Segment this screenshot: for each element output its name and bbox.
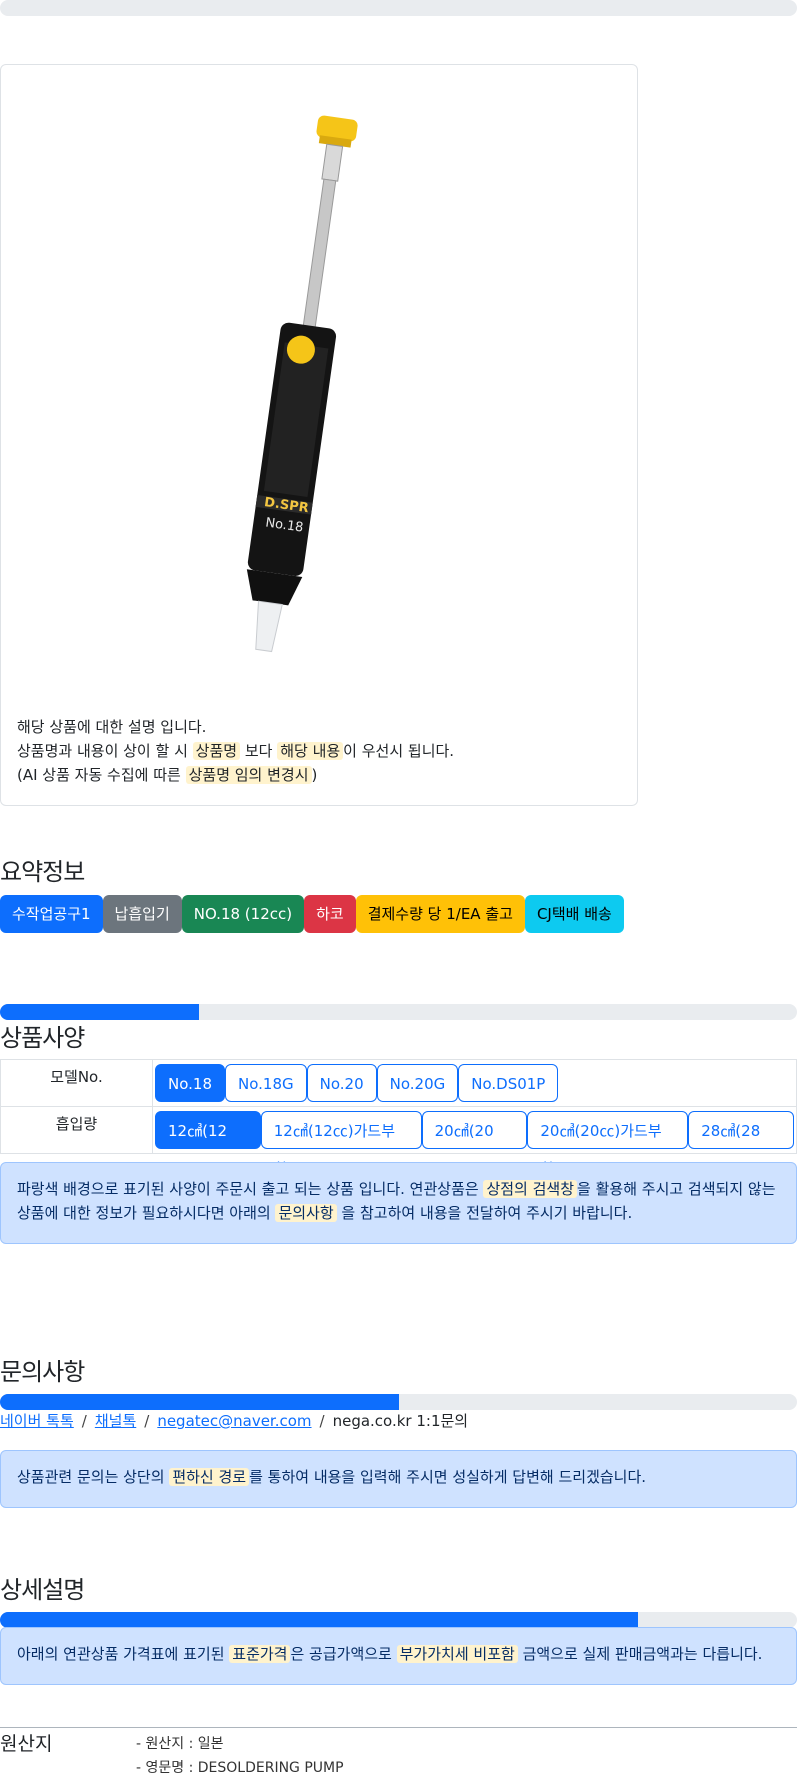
notice-text: 해당 상품에 대한 설명 입니다. 상품명과 내용이 상이 할 시 상품명 보다… <box>17 715 454 787</box>
origin-divider <box>0 1727 797 1728</box>
highlight-standard-price: 표준가격 <box>229 1645 291 1663</box>
highlight-search: 상점의 검색창 <box>483 1180 578 1198</box>
inquiry-links: 네이버 톡톡 / 채널톡 / negatec@naver.com / nega.co.kr … <box>0 1412 469 1430</box>
spec-option-button[interactable]: No.18 <box>155 1064 225 1102</box>
nozzle-shape <box>255 600 283 653</box>
detail-progress-bar <box>0 1612 797 1628</box>
spec-row-label: 흡입량 <box>0 1106 153 1154</box>
summary-badge: NO.18 (12cc) <box>181 895 305 933</box>
spec-progress-bar <box>0 1004 797 1020</box>
origin-details: - 원산지 : 일본 - 영문명 : DESOLDERING PUMP <box>136 1732 344 1780</box>
summary-badge: 하코 <box>304 895 356 933</box>
detail-title: 상세설명 <box>0 1576 85 1604</box>
highlight-product-name: 상품명 <box>192 742 241 760</box>
product-card: D.SPR No.18 해당 상품에 대한 설명 입니다. 상품명과 내용이 상… <box>0 64 638 806</box>
origin-label: 원산지 <box>0 1733 53 1755</box>
detail-alert: 아래의 연관상품 가격표에 표기된 표준가격 은 공급가액으로 부가가치세 비포함… <box>0 1627 797 1685</box>
highlight-inquiry: 문의사항 <box>275 1204 337 1222</box>
spec-options: 12㎤(12㏄)12㎤(12㏄)가드부착20㎤(20㏄)20㎤(20㏄)가드부착… <box>153 1107 796 1178</box>
spec-option-button[interactable]: No.20 <box>306 1064 377 1102</box>
spec-option-button[interactable]: 20㎤(20㏄) <box>421 1111 528 1178</box>
spec-option-button[interactable]: 28㎤(28㏄) <box>688 1111 794 1178</box>
notice-line-1: 해당 상품에 대한 설명 입니다. <box>17 718 207 736</box>
email-link[interactable]: negatec@naver.com <box>157 1412 311 1430</box>
spec-option-button[interactable]: 20㎤(20㏄)가드부착 <box>527 1111 689 1178</box>
summary-badge: 납흡입기 <box>102 895 182 933</box>
summary-badge: 결제수량 당 1/EA 출고 <box>355 895 525 933</box>
spec-row: 모델No. No.18 No.18G No.20 No.20G No.DS01P <box>0 1059 797 1107</box>
naver-talktalk-link[interactable]: 네이버 톡톡 <box>0 1412 74 1430</box>
inquiry-alert: 상품관련 문의는 상단의 편하신 경로 를 통하여 내용을 입력해 주시면 성실하… <box>0 1450 797 1508</box>
highlight-route: 편하신 경로 <box>169 1468 250 1486</box>
spec-alert: 파랑색 배경으로 표기된 사양이 주문시 출고 되는 상품 입니다. 연관상품은… <box>0 1162 797 1244</box>
spec-option-button[interactable]: 12㎤(12㏄)가드부착 <box>260 1111 422 1178</box>
inquiry-title: 문의사항 <box>0 1358 85 1386</box>
spec-option-button[interactable]: No.DS01P <box>458 1064 559 1102</box>
inquiry-progress-bar <box>0 1394 797 1410</box>
highlight-name-change: 상품명 임의 변경시 <box>185 766 312 784</box>
summary-badge: 수작업공구1 <box>0 895 103 933</box>
spec-row-label: 모델No. <box>0 1059 153 1107</box>
highlight-content: 해당 내용 <box>277 742 344 760</box>
summary-badges: 수작업공구1 납흡입기 NO.18 (12cc) 하코 결제수량 당 1/EA 출고 CJ… <box>0 895 624 933</box>
channel-talk-link[interactable]: 채널톡 <box>95 1412 136 1430</box>
notice-line-3: (AI 상품 자동 수집에 따른 상품명 임의 변경시) <box>17 766 318 784</box>
origin-english-name: - 영문명 : DESOLDERING PUMP <box>136 1760 344 1776</box>
summary-badge: CJ택배 배송 <box>524 895 624 933</box>
spec-options: No.18 No.18G No.20 No.20G No.DS01P <box>153 1060 796 1106</box>
product-image: D.SPR No.18 <box>246 115 358 653</box>
top-progress-bar <box>0 0 797 16</box>
highlight-vat-excluded: 부가가치세 비포함 <box>396 1645 518 1663</box>
spec-option-button[interactable]: No.20G <box>376 1064 459 1102</box>
notice-line-2: 상품명과 내용이 상이 할 시 상품명 보다 해당 내용 이 우선시 됩니다. <box>17 742 455 760</box>
summary-title: 요약정보 <box>0 858 85 886</box>
inquiry-progress-fill <box>0 1394 399 1410</box>
detail-progress-fill <box>0 1612 638 1628</box>
spec-row: 흡입량12㎤(12㏄)12㎤(12㏄)가드부착20㎤(20㏄)20㎤(20㏄)가… <box>0 1106 797 1178</box>
site-inquiry-text: nega.co.kr 1:1문의 <box>332 1412 469 1430</box>
spec-option-button[interactable]: 12㎤(12㏄) <box>155 1111 261 1178</box>
origin-country: - 원산지 : 일본 <box>136 1736 224 1752</box>
spec-table: 모델No. No.18 No.18G No.20 No.20G No.DS01P 흡입량 12… <box>0 1059 797 1178</box>
spec-title: 상품사양 <box>0 1024 85 1052</box>
spec-option-button[interactable]: No.18G <box>225 1064 307 1102</box>
